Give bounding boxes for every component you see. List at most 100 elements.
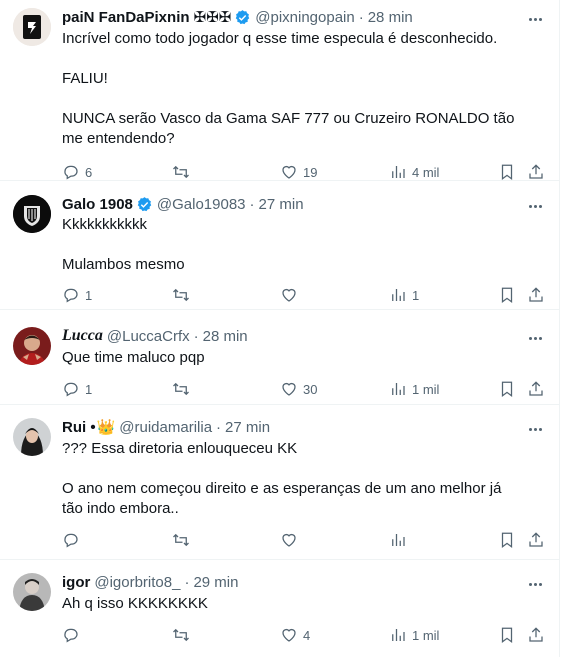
tweet[interactable]: Rui • 👑 @ruidamarilia · 27 min ??? Essa …: [0, 405, 559, 560]
tweet-header: paiN FanDaPixnin ✠✠✠ @pixningopain · 28 …: [62, 7, 515, 27]
user-handle[interactable]: @pixningopain: [255, 9, 354, 26]
bookmark-button[interactable]: [498, 286, 516, 304]
views-button[interactable]: [389, 531, 412, 549]
reply-icon: [64, 288, 78, 303]
tweet[interactable]: Lucca @LuccaCrfx · 28 min Que time maluc…: [0, 310, 559, 405]
retweet-icon: [173, 288, 189, 302]
display-name[interactable]: Galo 1908: [62, 196, 133, 213]
display-name[interactable]: Lucca: [62, 327, 103, 345]
retweet-button[interactable]: [172, 286, 195, 304]
like-button[interactable]: 30: [280, 380, 317, 398]
timestamp[interactable]: 27 min: [225, 419, 270, 436]
reply-button[interactable]: 1: [62, 380, 92, 398]
bookmark-icon: [501, 287, 513, 304]
views-button[interactable]: 1: [389, 286, 419, 304]
separator-dot: ·: [358, 8, 364, 26]
avatar[interactable]: [13, 327, 51, 365]
views-button[interactable]: 1 mil: [389, 380, 439, 398]
user-handle[interactable]: @LuccaCrfx: [107, 328, 190, 345]
bookmark-icon: [501, 164, 513, 181]
reply-feed: paiN FanDaPixnin ✠✠✠ @pixningopain · 28 …: [0, 0, 560, 657]
heart-icon: [282, 288, 296, 302]
avatar[interactable]: [13, 8, 51, 46]
retweet-button[interactable]: [172, 163, 195, 181]
user-handle[interactable]: @ruidamarilia: [119, 419, 212, 436]
tweet[interactable]: igor @igorbrito8_ · 29 min Ah q isso KKK…: [0, 560, 559, 657]
tweet-header: Galo 1908 @Galo19083 · 27 min: [62, 194, 515, 214]
like-button[interactable]: 4: [280, 626, 310, 644]
reply-button[interactable]: 1: [62, 286, 92, 304]
display-name[interactable]: igor: [62, 574, 90, 591]
tweet-text: Ah q isso KKKKKKKK: [62, 595, 208, 612]
view-count: 4 mil: [412, 164, 440, 180]
more-options-icon[interactable]: [525, 331, 545, 345]
share-button[interactable]: [527, 286, 545, 304]
bookmark-button[interactable]: [498, 380, 516, 398]
timestamp[interactable]: 29 min: [193, 574, 238, 591]
bookmark-button[interactable]: [498, 531, 516, 549]
reply-button[interactable]: [62, 626, 85, 644]
retweet-button[interactable]: [172, 380, 195, 398]
name-emoji: ✠✠✠: [193, 9, 232, 26]
action-bar: 1 1: [62, 285, 543, 305]
verified-badge-icon: [137, 196, 152, 211]
retweet-button[interactable]: [172, 531, 195, 549]
tweet[interactable]: Galo 1908 @Galo19083 · 27 min Kkkkkkkkkk…: [0, 181, 559, 310]
timestamp[interactable]: 28 min: [368, 9, 413, 26]
share-button[interactable]: [527, 380, 545, 398]
display-name[interactable]: paiN FanDaPixnin: [62, 9, 190, 26]
retweet-button[interactable]: [172, 626, 195, 644]
user-handle[interactable]: @igorbrito8_: [94, 574, 180, 591]
bookmark-icon: [501, 532, 513, 549]
tweet[interactable]: paiN FanDaPixnin ✠✠✠ @pixningopain · 28 …: [0, 0, 559, 181]
timestamp[interactable]: 27 min: [259, 196, 304, 213]
like-button[interactable]: [280, 286, 303, 304]
share-icon: [529, 381, 543, 396]
retweet-icon: [173, 382, 189, 396]
separator-dot: ·: [184, 573, 190, 591]
share-icon: [529, 627, 543, 642]
share-button[interactable]: [527, 626, 545, 644]
reply-icon: [64, 533, 78, 548]
action-bar: [62, 530, 543, 550]
views-chart-icon: [392, 629, 405, 641]
views-button[interactable]: 1 mil: [389, 626, 439, 644]
heart-icon: [282, 628, 296, 642]
bookmark-button[interactable]: [498, 163, 516, 181]
reply-button[interactable]: [62, 531, 85, 549]
heart-icon: [282, 533, 296, 547]
like-count: 4: [303, 627, 311, 643]
view-count: 1 mil: [412, 381, 440, 397]
display-name[interactable]: Rui •: [62, 419, 96, 436]
reply-icon: [64, 165, 78, 180]
like-button[interactable]: [280, 531, 303, 549]
view-count: 1: [412, 287, 420, 303]
avatar[interactable]: [13, 418, 51, 456]
like-count: 30: [303, 381, 318, 397]
avatar[interactable]: [13, 195, 51, 233]
share-button[interactable]: [527, 163, 545, 181]
share-icon: [529, 287, 543, 302]
bookmark-button[interactable]: [498, 626, 516, 644]
heart-icon: [282, 382, 296, 396]
tweet-text: Kkkkkkkkkkk Mulambos mesmo: [62, 216, 185, 273]
more-options-icon[interactable]: [525, 199, 545, 213]
views-button[interactable]: 4 mil: [389, 163, 439, 181]
verified-badge-icon: [236, 9, 250, 24]
separator-dot: ·: [249, 195, 255, 213]
reply-icon: [64, 382, 78, 397]
like-button[interactable]: 19: [280, 163, 317, 181]
avatar[interactable]: [13, 573, 51, 611]
share-button[interactable]: [527, 531, 545, 549]
more-options-icon[interactable]: [525, 422, 545, 436]
tweet-header: Lucca @LuccaCrfx · 28 min: [62, 326, 515, 346]
more-options-icon[interactable]: [525, 12, 545, 26]
user-handle[interactable]: @Galo19083: [157, 196, 246, 213]
bookmark-icon: [501, 627, 513, 644]
tweet-header: Rui • 👑 @ruidamarilia · 27 min: [62, 417, 515, 437]
timestamp[interactable]: 28 min: [203, 328, 248, 345]
more-options-icon[interactable]: [525, 577, 545, 591]
heart-icon: [282, 165, 296, 179]
reply-button[interactable]: 6: [62, 163, 92, 181]
crown-emoji: 👑: [96, 419, 116, 436]
